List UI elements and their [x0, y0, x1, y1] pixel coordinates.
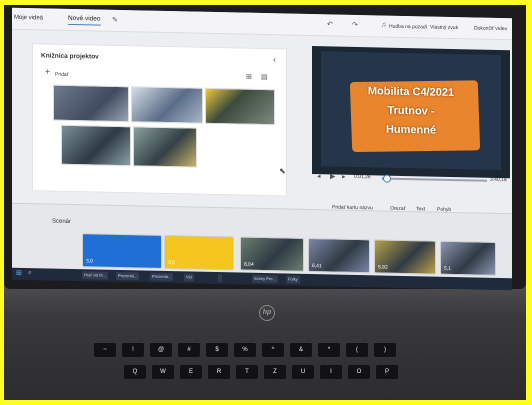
storyboard-card[interactable]: 5,1: [440, 240, 496, 276]
play-icon[interactable]: ▶: [330, 172, 335, 180]
keyboard-key: Q: [124, 365, 146, 379]
storyboard-card[interactable]: 8,04: [240, 236, 304, 272]
chevron-left-icon[interactable]: ‹: [273, 54, 276, 64]
title-bar: Moje videá Nové video ✎ ↶ ↷ ♫ Hudba na p…: [12, 7, 512, 41]
storyboard-card[interactable]: 5,92: [374, 239, 436, 275]
taskbar-app[interactable]: Vid: [184, 273, 194, 282]
screen: Moje videá Nové video ✎ ↶ ↷ ♫ Hudba na p…: [12, 7, 512, 281]
add-button[interactable]: Pridať: [55, 72, 69, 78]
keyboard-key: U: [292, 365, 314, 379]
seek-handle[interactable]: [383, 174, 392, 183]
keyboard-key: T: [236, 365, 258, 379]
keyboard-key: *: [318, 343, 340, 357]
keyboard-key: E: [180, 365, 202, 379]
search-icon[interactable]: ⌕: [28, 269, 32, 277]
keyboard-key: %: [234, 343, 256, 357]
next-frame-icon[interactable]: ▸: [342, 173, 346, 181]
grid-view-icon[interactable]: ⊞: [246, 73, 252, 81]
library-thumbnail[interactable]: [205, 87, 275, 126]
keyboard-key: I: [320, 365, 342, 379]
keyboard-key: !: [122, 343, 144, 357]
laptop-lid: Moje videá Nové video ✎ ↶ ↷ ♫ Hudba na p…: [4, 5, 526, 291]
card-duration: 5,92: [378, 264, 388, 271]
keyboard-key: (: [346, 343, 368, 357]
library-thumbnail[interactable]: [131, 86, 203, 124]
text-button[interactable]: Text: [416, 206, 425, 212]
plus-icon[interactable]: +: [45, 66, 50, 76]
project-library-panel: Knižnica projektov ‹ + Pridať ⊞ ▤ ⬉: [32, 43, 287, 197]
windows-start-icon[interactable]: ⊞: [16, 269, 22, 277]
library-thumbnail[interactable]: [133, 126, 197, 168]
keyboard-key: $: [206, 343, 228, 357]
taskbar-app[interactable]: Hrať vid M...: [82, 271, 108, 280]
keyboard-key: &: [290, 343, 312, 357]
keyboard-key: W: [152, 365, 174, 379]
card-duration: 5,1: [444, 265, 451, 272]
taskbar-app[interactable]: Prezentá...: [150, 272, 174, 282]
trim-button[interactable]: Orezať: [390, 206, 406, 212]
undo-icon[interactable]: ↶: [327, 20, 333, 28]
storyboard-card[interactable]: 3,0: [164, 234, 234, 271]
storyboard-card[interactable]: 3,0: [82, 233, 162, 269]
taskbar-app[interactable]: [218, 274, 222, 283]
taskbar-app[interactable]: Fotky: [286, 275, 300, 284]
hp-logo: hp: [259, 305, 275, 321]
library-title: Knižnica projektov: [41, 52, 99, 61]
keyboard-key: @: [150, 343, 172, 357]
keyboard-key: ): [374, 343, 396, 357]
storyboard-label: Scenár: [52, 218, 72, 225]
previous-frame-icon[interactable]: ◂: [317, 172, 321, 180]
keyboard-key: O: [348, 365, 370, 379]
add-title-card-button[interactable]: Pridať kartu názvu: [332, 204, 373, 211]
storyboard-card[interactable]: 6,41: [308, 237, 370, 274]
taskbar-app[interactable]: Scény Pro...: [252, 274, 278, 284]
library-thumbnail[interactable]: [61, 124, 131, 167]
tab-new-video[interactable]: Nové video: [68, 14, 101, 26]
photo-scene: Moje videá Nové video ✎ ↶ ↷ ♫ Hudba na p…: [4, 5, 526, 400]
music-icon[interactable]: ♫: [381, 21, 386, 28]
preview-frame: Mobilita C4/2021 Trutnov - Humenné: [321, 51, 501, 171]
seek-bar[interactable]: [382, 174, 487, 183]
keyboard-key: ~: [94, 343, 116, 357]
motion-button[interactable]: Pohyb: [437, 207, 451, 213]
keyboard-key: Z: [264, 365, 286, 379]
card-duration: 3,0: [168, 260, 175, 267]
mouse-cursor-icon: ⬉: [279, 166, 286, 176]
card-duration: 8,04: [244, 261, 254, 268]
keyboard: ~! @ # $% ^ & * () Q W E R T Z U I O P: [54, 323, 494, 400]
total-time: 3:40,18: [490, 176, 507, 184]
preview-title-line: Humenné: [385, 123, 437, 137]
card-duration: 3,0: [86, 258, 93, 265]
redo-icon[interactable]: ↷: [352, 21, 358, 29]
pencil-icon[interactable]: ✎: [112, 16, 118, 24]
taskbar-app[interactable]: Prezentá...: [116, 271, 140, 281]
background-music-button[interactable]: Hudba na pozadí: [389, 24, 427, 31]
keyboard-key: #: [178, 343, 200, 357]
keyboard-key: ^: [262, 343, 284, 357]
breadcrumb-back[interactable]: Moje videá: [14, 15, 43, 22]
finish-video-button[interactable]: Dokončiť video: [474, 25, 507, 32]
current-time: 0:01,26: [354, 173, 371, 181]
video-preview[interactable]: Mobilita C4/2021 Trutnov - Humenné: [312, 46, 510, 179]
preview-title-line: Trutnov -: [387, 104, 435, 118]
library-thumbnail[interactable]: [53, 84, 129, 123]
custom-audio-button[interactable]: Vlastný zvuk: [430, 25, 458, 32]
keyboard-key: P: [376, 365, 398, 379]
preview-title-line: Mobilita C4/2021: [367, 85, 455, 100]
list-view-icon[interactable]: ▤: [261, 73, 268, 81]
keyboard-key: R: [208, 365, 230, 379]
card-duration: 6,41: [312, 263, 322, 270]
